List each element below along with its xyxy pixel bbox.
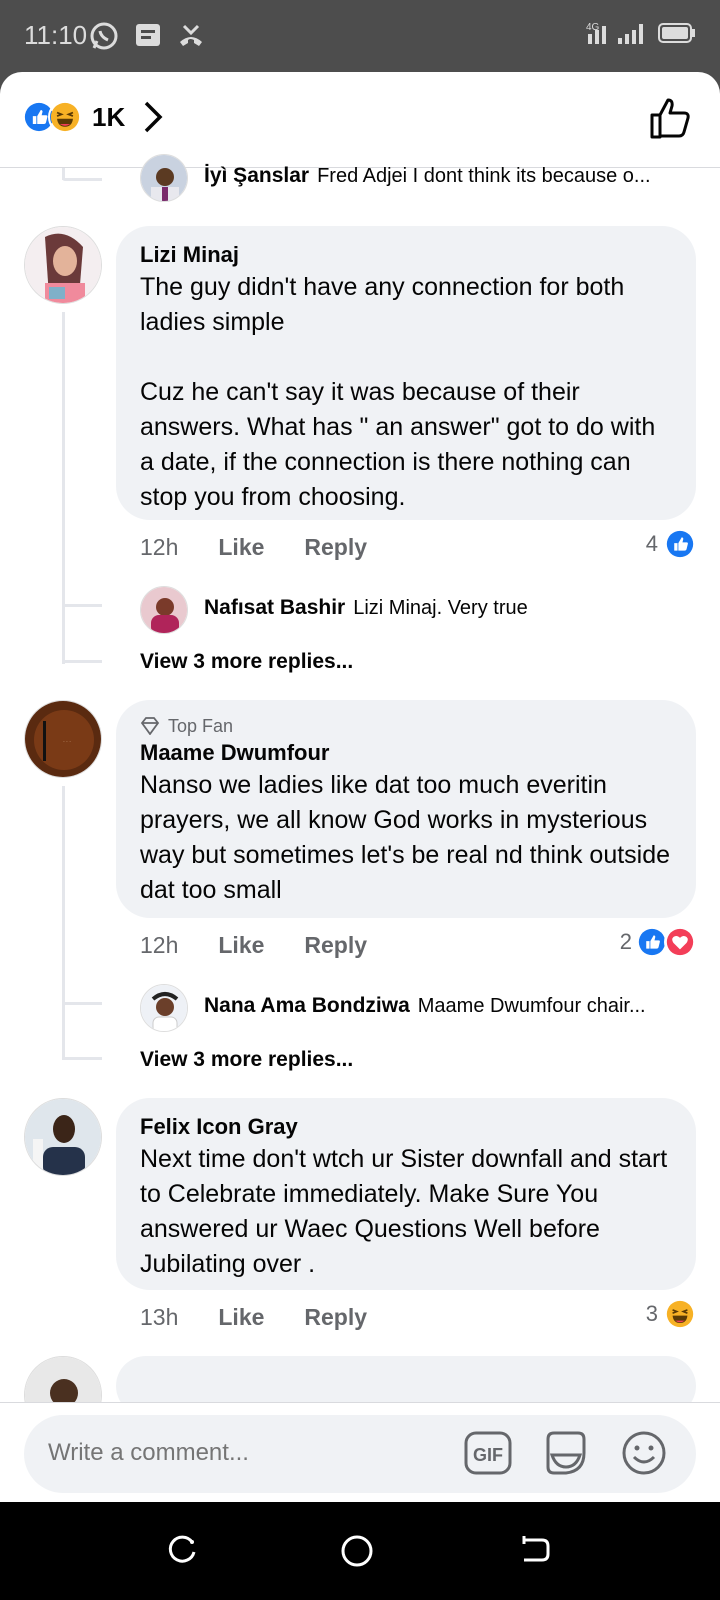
battery-icon — [658, 23, 695, 43]
comments-sheet: 1K İyì Şanslar Fred Adjei I dont think i… — [0, 72, 720, 1502]
reaction-count: 3 — [645, 1301, 658, 1326]
avatar[interactable] — [24, 226, 102, 304]
like-reaction-icon — [664, 528, 696, 560]
svg-text:· · ·: · · · — [63, 739, 71, 745]
chevron-right-icon[interactable] — [143, 100, 163, 134]
haha-reaction-icon — [664, 1298, 696, 1330]
comment-text: The guy didn't have any connection for b… — [140, 273, 656, 511]
comment-author[interactable]: Felix Icon Gray — [140, 1112, 672, 1142]
system-nav-bar — [0, 1502, 720, 1600]
diamond-icon — [140, 717, 160, 735]
badge-label: Top Fan — [168, 715, 234, 736]
avatar[interactable]: · · · — [24, 700, 102, 778]
view-more-replies-link[interactable]: View 3 more replies... — [140, 650, 353, 674]
comment-actions: 13h Like Reply — [140, 1304, 367, 1331]
like-button[interactable]: Like — [218, 932, 264, 959]
whatsapp-icon — [90, 22, 118, 50]
gif-label: GIF — [473, 1445, 503, 1465]
reply-text: Fred Adjei I dont think its because o... — [317, 164, 651, 187]
like-outline-icon[interactable] — [648, 96, 692, 140]
comment-reactions[interactable]: 3 — [646, 1298, 696, 1330]
reply-author[interactable]: Nafısat Bashir — [204, 596, 345, 620]
reply-button[interactable]: Reply — [304, 534, 367, 561]
missed-call-icon — [180, 24, 202, 46]
recent-apps-icon[interactable] — [166, 1534, 198, 1566]
reply-author[interactable]: Nana Ama Bondziwa — [204, 994, 410, 1018]
composer-field[interactable]: GIF — [24, 1415, 696, 1493]
gif-icon[interactable]: GIF — [464, 1429, 512, 1477]
status-bar: 11:10 4G — [0, 0, 720, 72]
reply-text: Maame Dwumfour chair... — [417, 994, 646, 1017]
reaction-count: 2 — [619, 929, 632, 954]
comment-author[interactable]: Lizi Minaj — [140, 240, 672, 270]
reaction-count: 1K — [92, 101, 126, 132]
reaction-count: 4 — [645, 531, 658, 556]
comment-text: Next time don't wtch ur Sister downfall … — [140, 1145, 675, 1278]
reply-preview[interactable]: Nana Ama Bondziwa Maame Dwumfour chair..… — [140, 994, 646, 1018]
thread-line — [62, 178, 102, 181]
emoji-icon[interactable] — [620, 1429, 668, 1477]
thread-line — [62, 1057, 102, 1060]
back-icon[interactable] — [520, 1534, 552, 1566]
reaction-summary[interactable]: 1K — [22, 100, 163, 134]
thread-line — [62, 312, 65, 664]
reply-button[interactable]: Reply — [304, 1304, 367, 1331]
signal-icon: 4G — [586, 22, 643, 44]
comment-time[interactable]: 13h — [140, 1304, 178, 1331]
comment-actions: 12h Like Reply — [140, 534, 367, 561]
home-icon[interactable] — [340, 1534, 374, 1568]
top-fan-badge: Top Fan — [140, 714, 672, 738]
comment-time[interactable]: 12h — [140, 534, 178, 561]
comment-actions: 12h Like Reply — [140, 932, 367, 959]
thread-line — [62, 786, 65, 1060]
comment-time[interactable]: 12h — [140, 932, 178, 959]
haha-reaction-icon — [48, 100, 82, 134]
thread-line — [62, 660, 102, 663]
like-button[interactable]: Like — [218, 1304, 264, 1331]
message-icon — [136, 24, 160, 46]
reply-preview[interactable]: Nafısat Bashir Lizi Minaj. Very true — [140, 596, 528, 620]
reply-text: Lizi Minaj. Very true — [353, 596, 528, 619]
reply-button[interactable]: Reply — [304, 932, 367, 959]
comment-bubble[interactable]: Felix Icon Gray Next time don't wtch ur … — [116, 1098, 696, 1290]
status-time: 11:10 — [24, 20, 88, 50]
reply-preview[interactable]: İyì Şanslar Fred Adjei I dont think its … — [140, 164, 651, 188]
avatar[interactable] — [24, 1098, 102, 1176]
comment-composer: GIF — [0, 1402, 720, 1502]
sheet-header: 1K — [0, 72, 720, 168]
comment-author[interactable]: Maame Dwumfour — [140, 738, 672, 768]
reply-author[interactable]: İyì Şanslar — [204, 164, 309, 188]
love-reaction-icon — [664, 926, 696, 958]
view-more-replies-link[interactable]: View 3 more replies... — [140, 1048, 353, 1072]
comment-text: Nanso we ladies like dat too much everit… — [140, 771, 677, 904]
comment-input[interactable] — [48, 1435, 428, 1471]
thread-line — [62, 1002, 102, 1005]
thread-line — [62, 604, 102, 607]
comment-reactions[interactable]: 4 — [646, 528, 696, 560]
like-button[interactable]: Like — [218, 534, 264, 561]
comment-bubble[interactable]: Lizi Minaj The guy didn't have any conne… — [116, 226, 696, 520]
sticker-icon[interactable] — [542, 1429, 590, 1477]
comment-bubble[interactable]: Top Fan Maame Dwumfour Nanso we ladies l… — [116, 700, 696, 918]
comment-reactions[interactable]: 2 — [620, 926, 696, 958]
